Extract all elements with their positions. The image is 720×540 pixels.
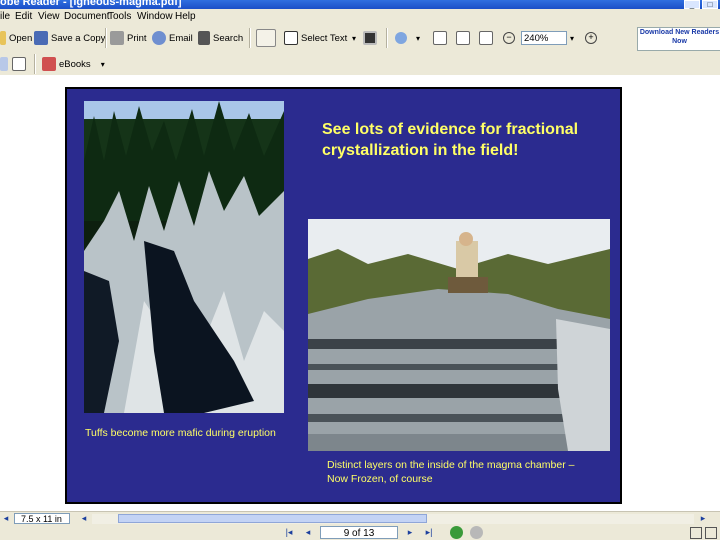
layered-rock-photo xyxy=(308,219,610,451)
select-text-button[interactable]: Select Text xyxy=(284,29,347,47)
binoculars-icon xyxy=(198,31,210,45)
fit-page-button[interactable] xyxy=(456,29,473,47)
minimize-button[interactable]: _ xyxy=(684,0,700,9)
zoom-dropdown-button[interactable]: ▾ xyxy=(570,29,574,47)
page-number-field[interactable]: 9 of 13 xyxy=(320,526,398,539)
menu-tools[interactable]: Tools xyxy=(108,11,131,22)
hand-tool-button[interactable] xyxy=(256,29,279,47)
menu-edit[interactable]: Edit xyxy=(15,11,32,22)
search-button[interactable]: Search xyxy=(198,29,243,47)
chevron-down-icon: ▾ xyxy=(416,33,421,43)
email-button[interactable]: Email xyxy=(152,29,193,47)
snapshot-button[interactable] xyxy=(363,29,380,47)
menu-window[interactable]: Window xyxy=(137,11,173,22)
zoom-in-button[interactable]: + xyxy=(585,29,600,47)
window-title: obe Reader - [igneous-magma.pdf] xyxy=(0,0,182,8)
zoom-input[interactable]: 240% xyxy=(521,31,567,45)
previous-page-icon[interactable]: ◂ xyxy=(302,527,314,538)
document-viewport[interactable]: See lots of evidence for fractional crys… xyxy=(0,75,720,511)
email-icon xyxy=(152,31,166,45)
menu-view[interactable]: View xyxy=(38,11,60,22)
pdf-page: See lots of evidence for fractional crys… xyxy=(65,87,622,504)
plus-icon: + xyxy=(585,32,597,44)
main-toolbar: Open Save a Copy Print Email Search Sele… xyxy=(0,25,720,52)
title-bar: obe Reader - [igneous-magma.pdf] _ □ xyxy=(0,0,720,9)
print-button[interactable]: Print xyxy=(110,29,147,47)
magnifier-icon xyxy=(395,32,407,44)
menu-bar: ile Edit View Document Tools Window Help xyxy=(0,9,720,25)
zoom-tool-button[interactable]: ▾ xyxy=(395,29,420,47)
right-caption-line-1: Distinct layers on the inside of the mag… xyxy=(327,459,575,471)
minus-icon: − xyxy=(503,32,515,44)
single-page-view-icon[interactable] xyxy=(690,527,702,539)
chevron-down-icon: ▾ xyxy=(352,33,357,43)
menu-help[interactable]: Help xyxy=(175,11,196,22)
save-copy-button[interactable]: Save a Copy xyxy=(34,29,105,47)
fit-width-button[interactable] xyxy=(479,29,496,47)
continuous-view-icon[interactable] xyxy=(705,527,717,539)
secondary-toolbar: eBooks ▾ xyxy=(0,51,720,76)
disk-icon xyxy=(34,31,48,45)
zoom-out-button[interactable]: − xyxy=(503,29,518,47)
first-page-icon[interactable]: |◂ xyxy=(283,527,295,538)
select-dropdown-button[interactable]: ▾ xyxy=(352,29,356,47)
scrollbar-thumb[interactable] xyxy=(118,514,427,523)
window-controls: _ □ xyxy=(684,0,718,9)
ebooks-button[interactable]: eBooks ▾ xyxy=(42,55,105,73)
status-bar: ◂ 7.5 x 11 in ◂ ▸ xyxy=(0,511,720,526)
printer-icon xyxy=(110,31,124,45)
page-navigation-bar: |◂ ◂ 9 of 13 ▸ ▸| xyxy=(0,525,720,540)
last-page-icon[interactable]: ▸| xyxy=(423,527,435,538)
text-cursor-icon xyxy=(284,31,298,45)
page-width-icon xyxy=(479,31,493,45)
pages-icon xyxy=(12,57,26,71)
scroll-right-icon[interactable]: ▸ xyxy=(697,513,709,524)
menu-document[interactable]: Document xyxy=(64,11,110,22)
menu-file[interactable]: ile xyxy=(0,11,10,22)
folder-icon xyxy=(0,31,6,45)
page-icon xyxy=(433,31,447,45)
scroll-left-icon[interactable]: ◂ xyxy=(0,513,12,524)
go-back-icon[interactable] xyxy=(450,526,463,539)
maximize-button[interactable]: □ xyxy=(702,0,718,9)
scroll-left-icon[interactable]: ◂ xyxy=(78,513,90,524)
chevron-down-icon: ▾ xyxy=(100,59,105,69)
right-caption-line-2: Now Frozen, of course xyxy=(327,473,433,485)
pages-button[interactable] xyxy=(12,55,29,73)
next-page-icon[interactable]: ▸ xyxy=(404,527,416,538)
camera-icon xyxy=(363,31,377,45)
download-readers-button[interactable]: Download New Readers Now xyxy=(637,27,720,51)
tuff-pinnacles-photo xyxy=(84,101,284,413)
left-photo-caption: Tuffs become more mafic during eruption xyxy=(85,427,276,439)
slide-heading: See lots of evidence for fractional crys… xyxy=(322,121,579,159)
go-forward-icon[interactable] xyxy=(470,526,483,539)
rotate-button[interactable] xyxy=(0,55,11,73)
rotate-icon xyxy=(0,57,8,71)
page-size-indicator[interactable]: 7.5 x 11 in xyxy=(14,513,70,524)
open-button[interactable]: Open xyxy=(0,29,32,47)
right-photo-caption: Distinct layers on the inside of the mag… xyxy=(327,458,574,486)
actual-size-button[interactable] xyxy=(433,29,450,47)
hand-icon xyxy=(256,29,276,47)
page-fit-icon xyxy=(456,31,470,45)
chevron-down-icon: ▾ xyxy=(570,33,575,43)
ebook-icon xyxy=(42,57,56,71)
